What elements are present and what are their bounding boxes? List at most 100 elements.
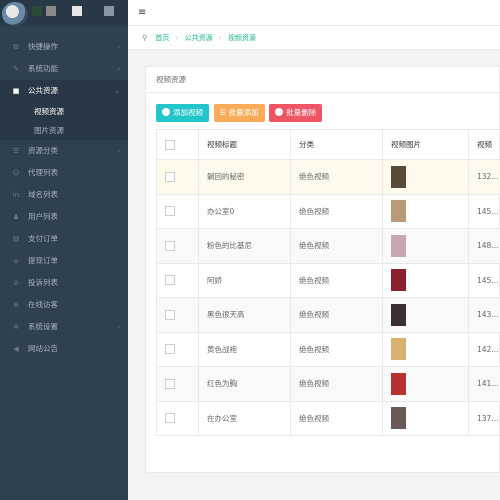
row-checkbox[interactable] xyxy=(165,240,175,251)
sidebar-item-label: 提现订单 xyxy=(28,256,58,265)
submenu-item[interactable]: 图片资源 xyxy=(0,121,128,140)
breadcrumb-current[interactable]: 视频资源 xyxy=(228,34,256,42)
sidebar-item-label: 资源分类 xyxy=(28,146,58,155)
theme-swatch[interactable] xyxy=(32,6,42,16)
sidebar-item[interactable]: ◀ 网站公告 xyxy=(0,338,128,360)
breadcrumb: ⚲ 首页 › 公共资源 › 视频资源 xyxy=(128,26,500,50)
row-checkbox[interactable] xyxy=(165,309,175,320)
add-video-label: 添加视频 xyxy=(173,108,203,117)
toolbar: 添加视频 ☰ 批量添加 批量删除 xyxy=(156,104,324,122)
breadcrumb-section[interactable]: 公共资源 xyxy=(185,34,213,42)
theme-swatch[interactable] xyxy=(46,6,56,16)
category-cell: 绝色视频 xyxy=(290,400,383,436)
bulk-delete-button[interactable]: 批量删除 xyxy=(269,104,323,122)
thumbnail-cell xyxy=(382,228,469,264)
sidebar-item[interactable]: ☰ 资源分类 ‹ xyxy=(0,140,128,162)
table-row[interactable]: 黄色战袍 绝色视频 142... xyxy=(156,331,500,367)
video-value-cell: 145... xyxy=(468,262,500,298)
video-title-cell: 黑色很天高 xyxy=(198,297,291,333)
video-value-cell: 132... xyxy=(468,159,500,195)
row-checkbox[interactable] xyxy=(165,275,175,286)
video-title-cell: 阿娇 xyxy=(198,262,291,298)
sidebar-item[interactable]: ✲ 系统设置 ‹ xyxy=(0,316,128,338)
table-row[interactable]: 阿娇 绝色视频 145... xyxy=(156,262,500,298)
table-row[interactable]: 粉色的比基尼 绝色视频 148... xyxy=(156,228,500,264)
sidebar-item[interactable]: ▤ 支付订单 xyxy=(0,228,128,250)
video-thumbnail[interactable] xyxy=(391,338,406,361)
sidebar-item[interactable]: ⌂ 提现订单 xyxy=(0,250,128,272)
user-icon: ♟ xyxy=(12,213,20,221)
bulk-add-button[interactable]: ☰ 批量添加 xyxy=(213,104,265,122)
video-table: 视频标题 分类 视频图片 视频 躺回的秘密 绝色视频 132... 办公室0 绝色视频 1… xyxy=(156,129,500,436)
sidebar-item[interactable]: ⊘ 投诉列表 xyxy=(0,272,128,294)
location-icon: ⚲ xyxy=(142,34,148,42)
category-cell: 绝色视频 xyxy=(290,193,383,229)
table-row[interactable]: 办公室0 绝色视频 145... xyxy=(156,193,500,229)
submenu-item[interactable]: 视频资源 xyxy=(0,102,128,121)
theme-swatch[interactable] xyxy=(104,6,114,16)
remove-icon xyxy=(275,108,284,116)
video-value-cell: 141... xyxy=(468,366,500,402)
sidebar-item[interactable]: ⊕ 在线访客 xyxy=(0,294,128,316)
sidebar: ⧉ 快捷操作 ‹ ✎ 系统功能 ‹ ■ 公共资源 ⌄ 视频资源 图片资源 ☰ 资源分类 ‹ ☺ 代理列表 in 域… xyxy=(0,0,128,500)
video-title-cell: 在办公室 xyxy=(198,400,291,436)
sidebar-item[interactable]: in 域名列表 xyxy=(0,184,128,206)
menu-toggle-icon[interactable]: ≡ xyxy=(138,7,146,18)
column-header[interactable]: 视频 xyxy=(468,129,500,160)
chevron-icon: ‹ xyxy=(117,65,120,73)
add-video-button[interactable]: 添加视频 xyxy=(156,104,209,122)
sidebar-item[interactable]: ♟ 用户列表 xyxy=(0,206,128,228)
theme-swatch[interactable] xyxy=(72,6,82,16)
row-checkbox[interactable] xyxy=(165,413,175,424)
video-thumbnail[interactable] xyxy=(391,165,406,188)
chevron-icon: ‹ xyxy=(117,43,120,51)
video-thumbnail[interactable] xyxy=(391,269,406,292)
video-thumbnail[interactable] xyxy=(391,200,406,223)
sidebar-item-label: 公共资源 xyxy=(28,86,58,95)
video-thumbnail[interactable] xyxy=(391,407,406,430)
table-row[interactable]: 红色为胸 绝色视频 141... xyxy=(156,366,500,402)
video-thumbnail[interactable] xyxy=(391,234,406,257)
breadcrumb-home[interactable]: 首页 xyxy=(155,34,169,42)
linkedin-icon: in xyxy=(12,191,20,199)
sidebar-item[interactable]: ☺ 代理列表 xyxy=(0,162,128,184)
thumbnail-cell xyxy=(382,193,469,229)
select-all-checkbox[interactable] xyxy=(165,139,175,150)
sidebar-item-label: 支付订单 xyxy=(28,234,58,243)
sidebar-item-label: 域名列表 xyxy=(28,190,58,199)
video-title-cell: 躺回的秘密 xyxy=(198,159,291,195)
row-checkbox[interactable] xyxy=(165,344,175,355)
row-select-cell xyxy=(156,400,199,436)
row-select-cell xyxy=(156,366,199,402)
table-row[interactable]: 在办公室 绝色视频 137... xyxy=(156,400,500,436)
chevron-icon: ⌄ xyxy=(114,87,120,95)
column-header[interactable]: 分类 xyxy=(290,129,383,160)
sidebar-item-label: 在线访客 xyxy=(28,300,58,309)
sidebar-item[interactable]: ✎ 系统功能 ‹ xyxy=(0,58,128,80)
sidebar-item[interactable]: ⧉ 快捷操作 ‹ xyxy=(0,36,128,58)
list-icon: ☰ xyxy=(219,108,229,117)
video-thumbnail[interactable] xyxy=(391,303,406,326)
column-header[interactable]: 视频标题 xyxy=(198,129,291,160)
table-row[interactable]: 躺回的秘密 绝色视频 132... xyxy=(156,159,500,195)
sidebar-item-label: 系统功能 xyxy=(28,64,58,73)
category-cell: 绝色视频 xyxy=(290,366,383,402)
row-select-cell xyxy=(156,331,199,367)
row-checkbox[interactable] xyxy=(165,206,175,217)
breadcrumb-separator: › xyxy=(218,34,222,42)
plus-icon xyxy=(162,108,170,116)
row-checkbox[interactable] xyxy=(165,171,175,182)
column-header[interactable]: 视频图片 xyxy=(382,129,469,160)
category-cell: 绝色视频 xyxy=(290,297,383,333)
thumbnail-cell xyxy=(382,400,469,436)
table-row[interactable]: 黑色很天高 绝色视频 143... xyxy=(156,297,500,333)
top-navbar: ≡ xyxy=(128,0,500,26)
avatar[interactable] xyxy=(2,2,28,26)
submenu: 视频资源 图片资源 xyxy=(0,102,128,140)
globe-icon: ⊕ xyxy=(13,301,19,309)
sidebar-item[interactable]: ■ 公共资源 ⌄ xyxy=(0,80,128,102)
users-icon: ☺ xyxy=(12,169,20,177)
video-thumbnail[interactable] xyxy=(391,372,406,395)
row-checkbox[interactable] xyxy=(165,378,175,389)
thumbnail-cell xyxy=(382,331,469,367)
